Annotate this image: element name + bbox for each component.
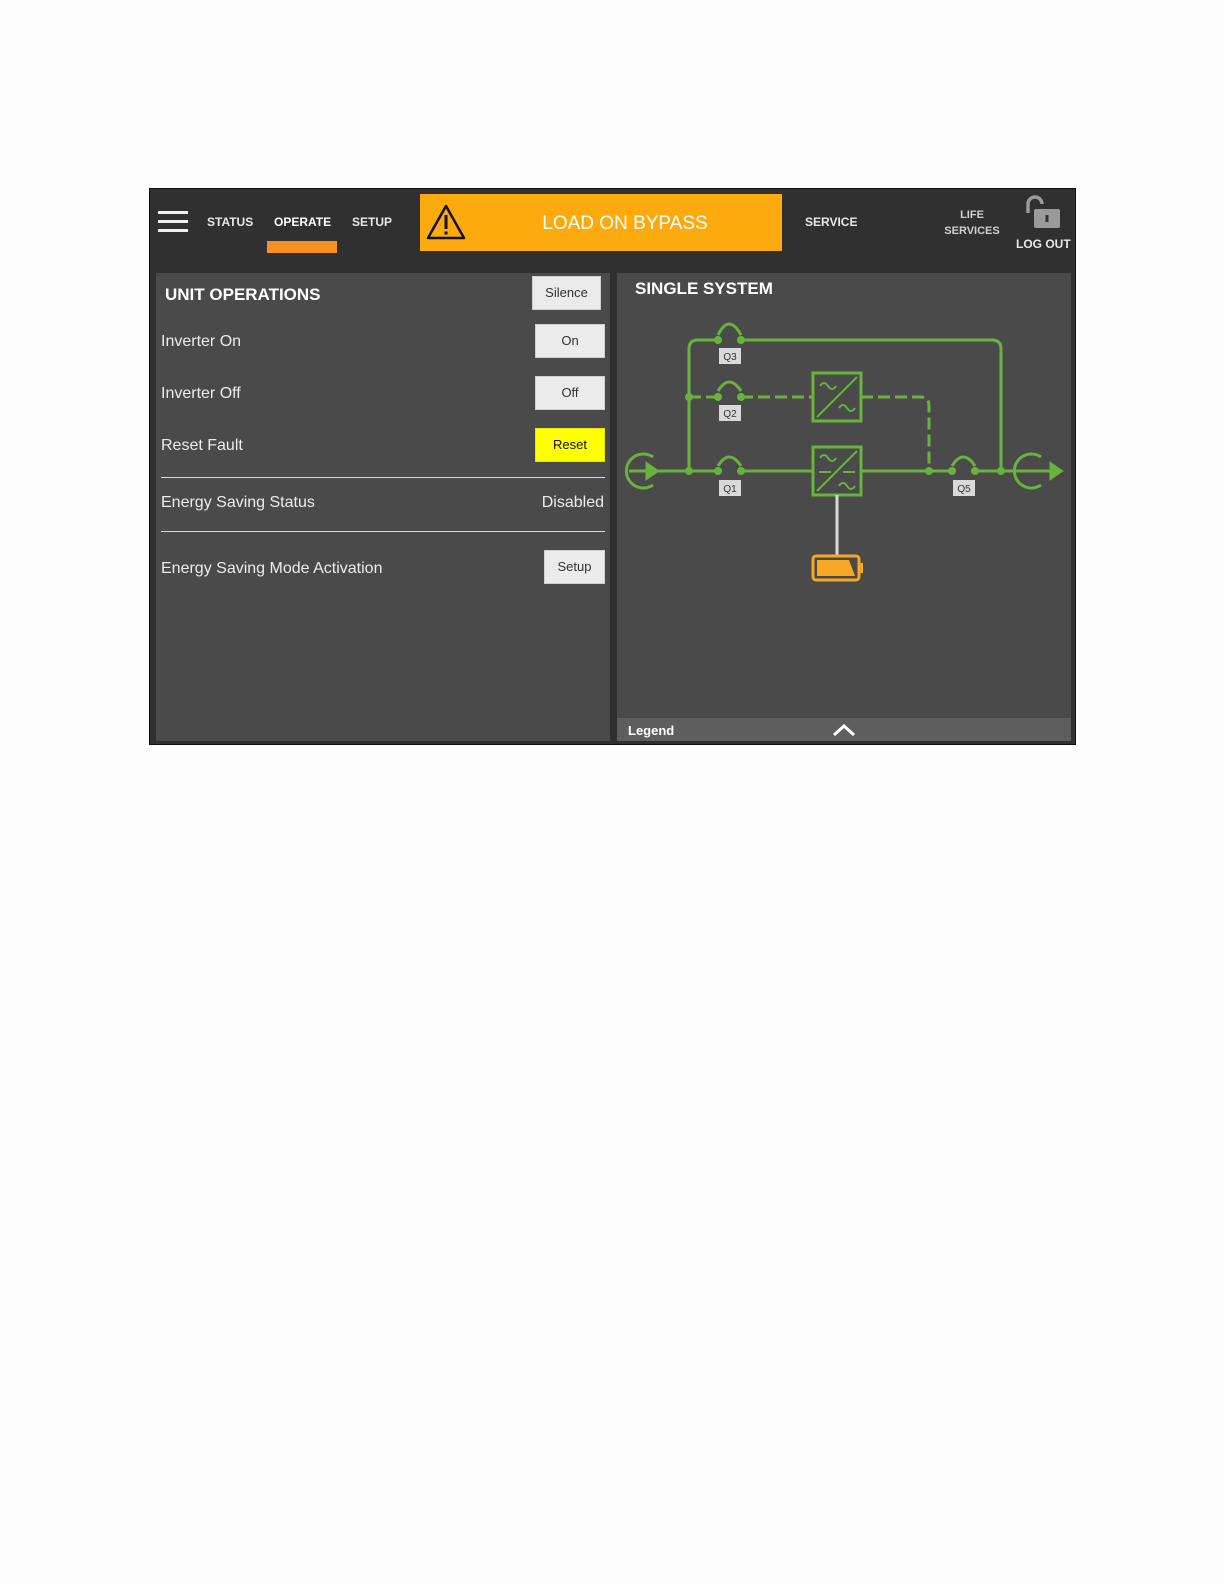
bypass-line <box>687 338 718 471</box>
energy-saving-setup-button[interactable]: Setup <box>544 550 605 584</box>
chevron-up-icon[interactable] <box>832 723 856 737</box>
junction-dot <box>925 467 933 475</box>
reset-fault-label: Reset Fault <box>161 437 243 454</box>
q1-breaker-arc <box>716 455 743 467</box>
ups-screen: STATUS OPERATE SETUP LOAD ON BYPASS SERV… <box>149 188 1076 745</box>
energy-saving-status-label: Energy Saving Status <box>161 494 315 511</box>
tab-setup[interactable]: SETUP <box>352 215 392 229</box>
legend-bar[interactable]: Legend <box>617 718 1071 741</box>
junction-dot <box>714 393 722 401</box>
legend-label: Legend <box>628 723 675 738</box>
life-services-line1: LIFE <box>960 209 984 221</box>
input-icon <box>624 452 660 490</box>
inverter-off-label: Inverter Off <box>161 385 241 402</box>
energy-saving-mode-label: Energy Saving Mode Activation <box>161 560 383 577</box>
sine-symbol <box>819 454 837 462</box>
q2-label: Q2 <box>723 409 737 420</box>
junction-dot <box>737 393 745 401</box>
junction-dot <box>737 336 745 344</box>
q5-breaker-arc <box>950 455 977 467</box>
unit-operations-panel: UNIT OPERATIONS Silence Inverter On On I… <box>156 273 610 741</box>
q5-label: Q5 <box>957 484 971 495</box>
battery-icon <box>811 554 863 582</box>
junction-dot <box>714 467 722 475</box>
inverter-on-label: Inverter On <box>161 333 242 350</box>
top-bar: STATUS OPERATE SETUP LOAD ON BYPASS SERV… <box>150 189 1075 255</box>
inverter-off-button[interactable]: Off <box>535 376 605 410</box>
tab-life-services[interactable]: LIFE SERVICES <box>940 207 1004 239</box>
sine-symbol <box>838 404 856 412</box>
menu-icon[interactable] <box>158 211 188 233</box>
one-line-diagram: Q3 Q2 Q1 Q5 <box>624 322 1064 582</box>
alarm-banner[interactable]: LOAD ON BYPASS <box>420 194 782 251</box>
q3-label: Q3 <box>723 352 737 363</box>
junction-dot <box>685 467 693 475</box>
inverter-on-button[interactable]: On <box>535 324 605 358</box>
divider <box>161 531 605 532</box>
logout-button[interactable]: LOG OUT <box>1016 237 1071 251</box>
silence-button[interactable]: Silence <box>532 276 601 310</box>
junction-dot <box>971 467 979 475</box>
bypass-line <box>741 338 1003 471</box>
life-services-line2: SERVICES <box>944 225 1000 237</box>
single-system-panel: SINGLE SYSTEM Q3 Q2 Q1 Q5 Legend <box>617 273 1071 741</box>
q2-line <box>861 395 931 471</box>
junction-dot <box>714 336 722 344</box>
tab-service[interactable]: SERVICE <box>805 215 857 229</box>
q1-label: Q1 <box>723 484 737 495</box>
output-icon <box>1012 452 1064 490</box>
tab-status[interactable]: STATUS <box>207 215 253 229</box>
junction-dot <box>997 467 1005 475</box>
tab-operate[interactable]: OPERATE <box>274 215 331 229</box>
divider <box>161 477 605 478</box>
reset-fault-button[interactable]: Reset <box>535 428 605 462</box>
unit-operations-title: UNIT OPERATIONS <box>165 285 321 304</box>
junction-dot <box>737 467 745 475</box>
unlock-icon[interactable] <box>1024 195 1062 229</box>
junction-dot <box>685 393 693 401</box>
sine-symbol <box>819 382 837 390</box>
q2-breaker-arc <box>716 380 743 392</box>
energy-saving-status-value: Disabled <box>541 494 604 511</box>
alarm-text: LOAD ON BYPASS <box>542 213 708 234</box>
q3-breaker-arc <box>716 322 743 336</box>
active-tab-indicator <box>267 241 337 253</box>
junction-dot <box>948 467 956 475</box>
sine-symbol <box>838 482 856 490</box>
